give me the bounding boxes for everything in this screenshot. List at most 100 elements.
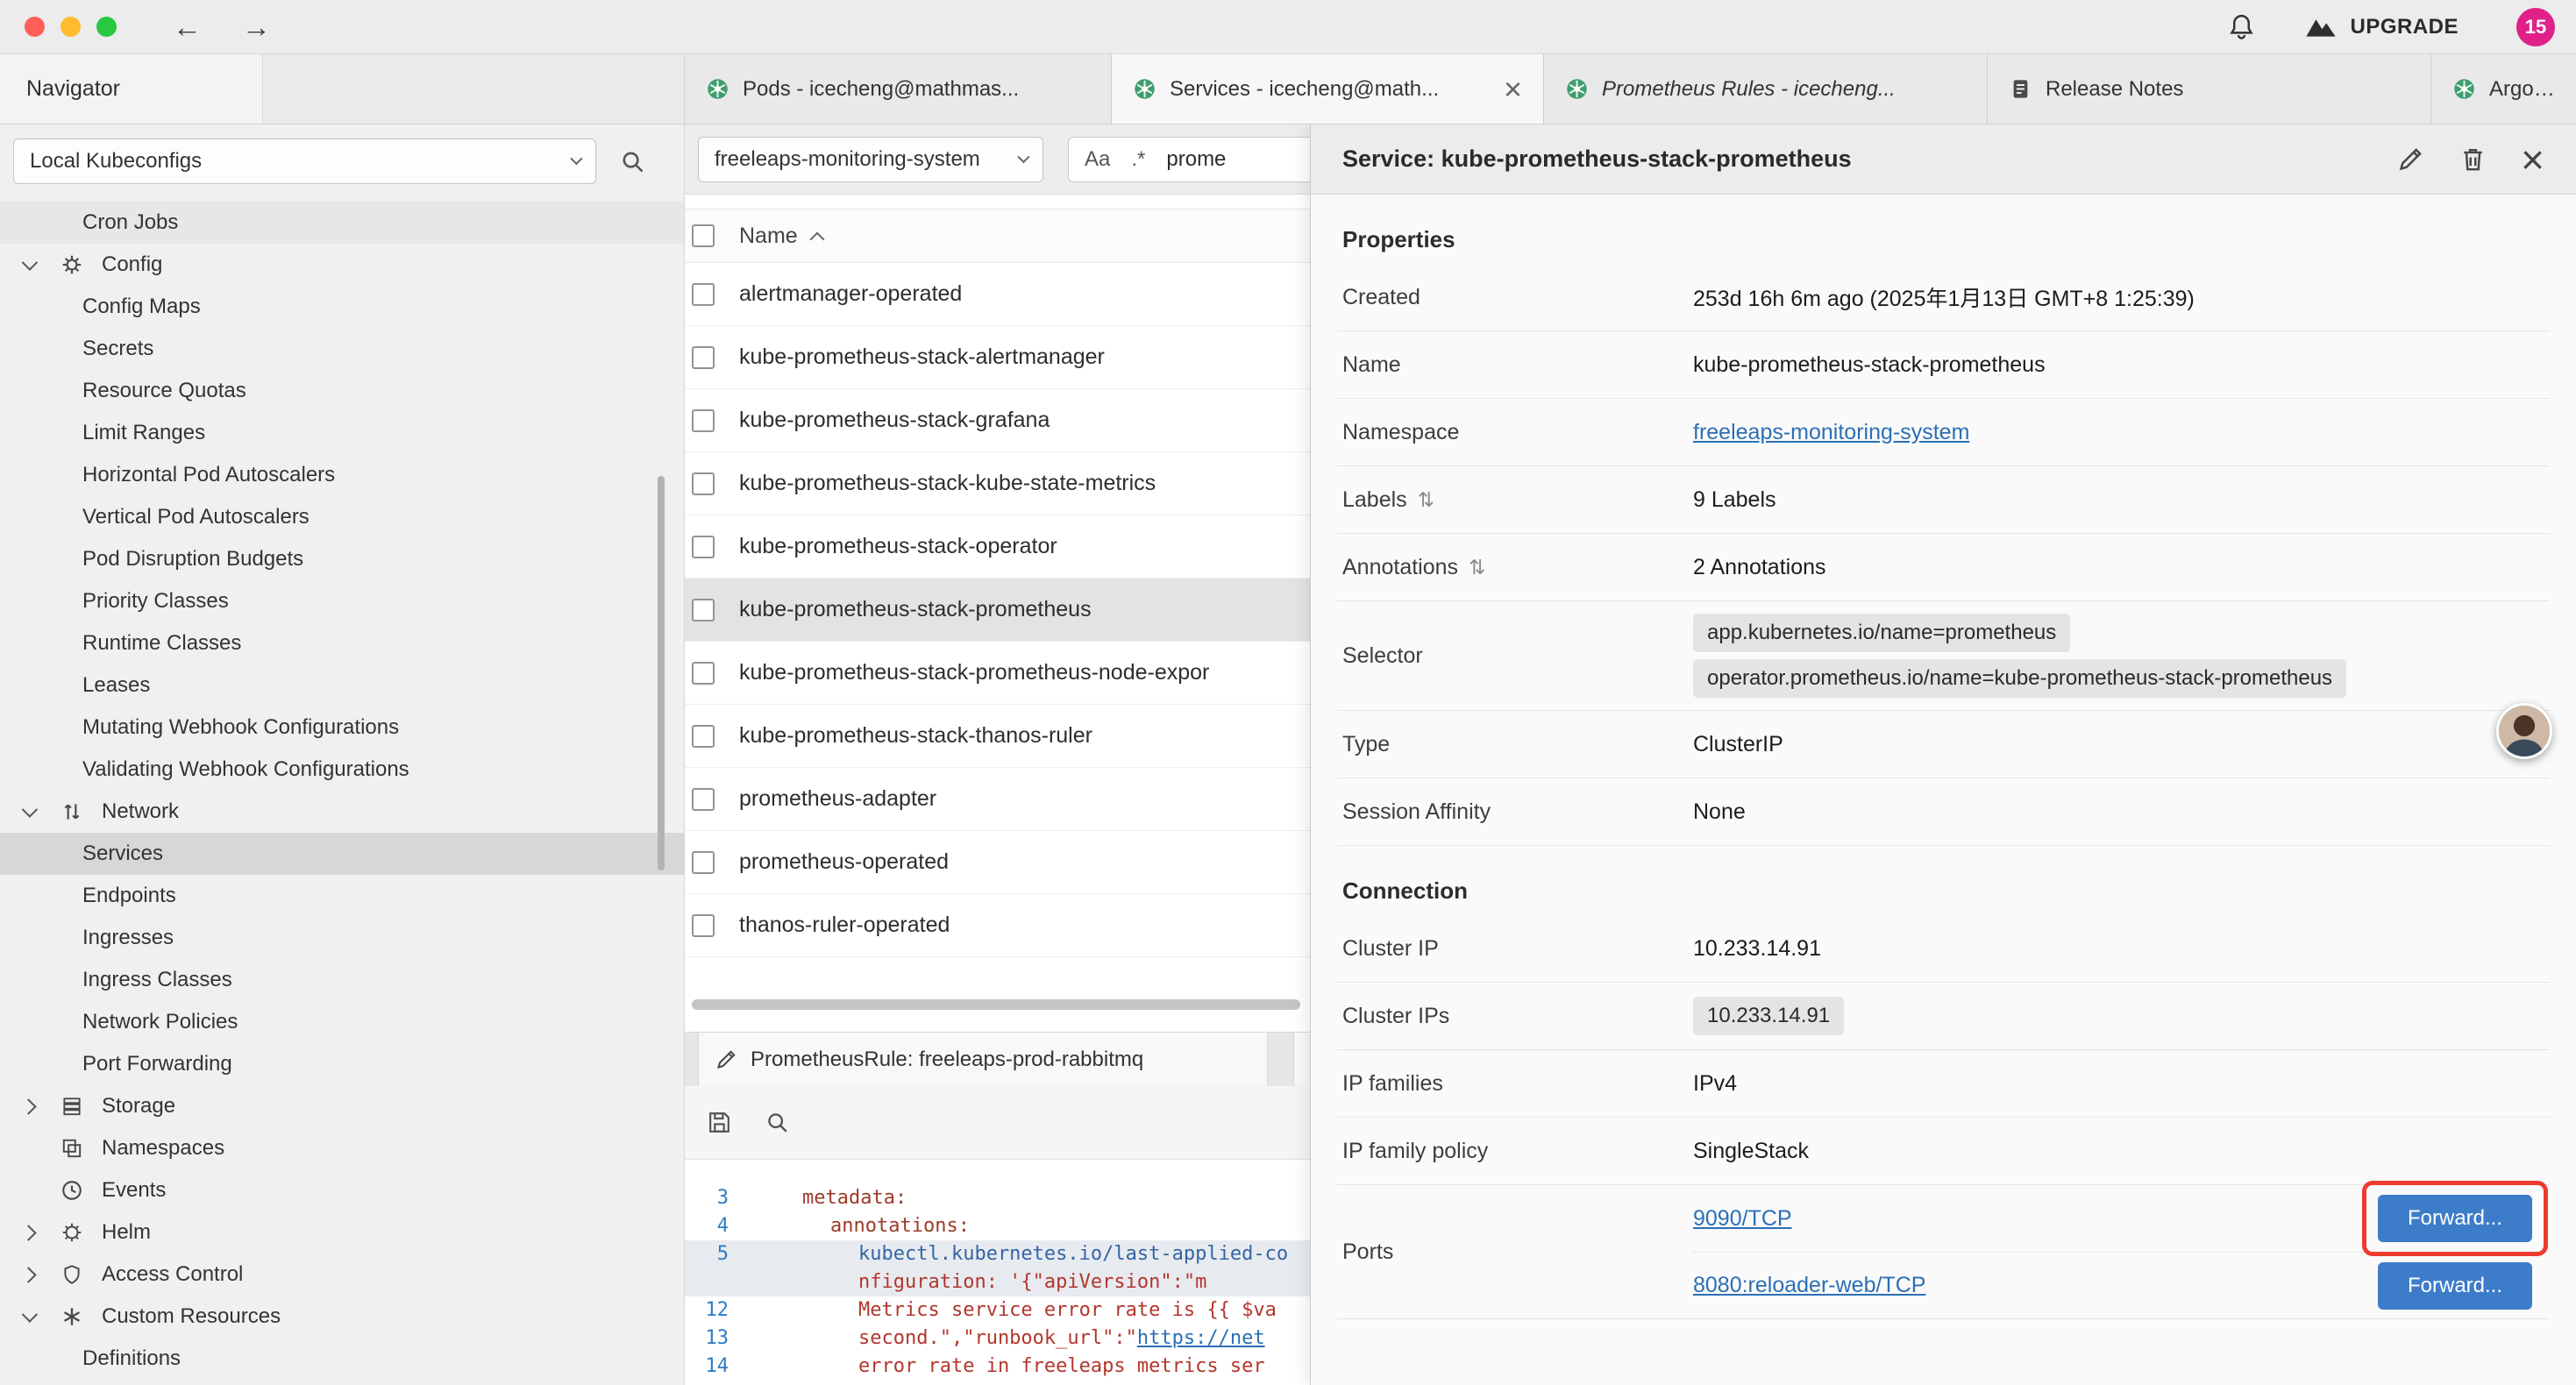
sidebar-item-config-maps[interactable]: Config Maps [0,286,684,328]
sidebar-item-config[interactable]: Config [0,244,684,286]
search-icon[interactable] [765,1110,790,1135]
table-row-kube-prometheus-stack-grafana[interactable]: kube-prometheus-stack-grafana [685,389,1310,452]
close-icon[interactable]: × [2521,139,2544,180]
dock-tab-prometheusrule[interactable]: PrometheusRule: freeleaps-prod-rabbitmq [698,1033,1268,1086]
sidebar-item-resource-quotas[interactable]: Resource Quotas [0,370,684,412]
sidebar-item-events[interactable]: Events [0,1169,684,1211]
regex-toggle[interactable]: .* [1131,147,1145,172]
sidebar-item-mutating-webhook-configurations[interactable]: Mutating Webhook Configurations [0,707,684,749]
sidebar-item-services[interactable]: Services [0,833,684,875]
yaml-editor[interactable]: 3metadata:4annotations:5kubectl.kubernet… [685,1160,1310,1385]
table-row-thanos-ruler-operated[interactable]: thanos-ruler-operated [685,894,1310,957]
sidebar-item-storage[interactable]: Storage [0,1085,684,1127]
tab-release-notes[interactable]: Release Notes [1988,54,2431,124]
navigator-panel-tab[interactable]: Navigator [0,54,263,124]
port-forward-button[interactable]: Forward... [2378,1195,2532,1242]
row-checkbox[interactable] [692,283,715,306]
notifications-bell-icon[interactable] [2227,12,2256,41]
save-icon[interactable] [706,1109,733,1136]
sidebar-item-ingresses[interactable]: Ingresses [0,917,684,959]
sort-toggle-icon[interactable]: ⇅ [1469,556,1485,579]
sidebar-item-ingress-classes[interactable]: Ingress Classes [0,959,684,1001]
user-avatar[interactable] [2496,703,2552,759]
search-input[interactable]: Aa .* prome [1068,137,1310,182]
table-row-kube-prometheus-stack-alertmanager[interactable]: kube-prometheus-stack-alertmanager [685,326,1310,389]
table-row-kube-prometheus-stack-kube-state-metrics[interactable]: kube-prometheus-stack-kube-state-metrics [685,452,1310,515]
port-row: 9090/TCP Forward... [1693,1185,2544,1252]
sidebar-item-access-control[interactable]: Access Control [0,1254,684,1296]
row-checkbox[interactable] [692,346,715,369]
row-checkbox[interactable] [692,725,715,748]
back-button[interactable]: ← [173,11,202,44]
sidebar-item-runtime-classes[interactable]: Runtime Classes [0,622,684,664]
row-checkbox[interactable] [692,599,715,621]
table-row-prometheus-operated[interactable]: prometheus-operated [685,831,1310,894]
sidebar-item-port-forwarding[interactable]: Port Forwarding [0,1043,684,1085]
dock-tab-partial[interactable] [1293,1033,1310,1086]
sidebar-item-custom-resources[interactable]: Custom Resources [0,1296,684,1338]
match-case-toggle[interactable]: Aa [1085,147,1110,172]
minimize-window-button[interactable] [60,17,81,37]
namespace-link[interactable]: freeleaps-monitoring-system [1693,420,1969,445]
select-all-checkbox[interactable] [692,224,715,247]
row-checkbox[interactable] [692,536,715,558]
namespace-select[interactable]: freeleaps-monitoring-system [698,137,1043,182]
port-link[interactable]: 9090/TCP [1693,1206,1792,1232]
sidebar-search-icon[interactable] [619,148,646,175]
sidebar-item-vertical-pod-autoscalers[interactable]: Vertical Pod Autoscalers [0,496,684,538]
name-column-header[interactable]: Name [739,224,798,249]
port-forward-button[interactable]: Forward... [2378,1262,2532,1310]
sidebar-item-endpoints[interactable]: Endpoints [0,875,684,917]
table-row-kube-prometheus-stack-thanos-ruler[interactable]: kube-prometheus-stack-thanos-ruler [685,705,1310,768]
service-name: prometheus-adapter [739,786,936,812]
table-row-alertmanager-operated[interactable]: alertmanager-operated [685,263,1310,326]
port-link[interactable]: 8080:reloader-web/TCP [1693,1273,1925,1298]
line-number: 4 [685,1212,741,1240]
edit-icon[interactable] [2396,145,2425,174]
sidebar-item-leases[interactable]: Leases [0,664,684,707]
sidebar-item-horizontal-pod-autoscalers[interactable]: Horizontal Pod Autoscalers [0,454,684,496]
row-checkbox[interactable] [692,472,715,495]
kube-cluster-icon [706,77,729,101]
row-value: 2 Annotations [1693,555,1826,580]
kubeconfig-select[interactable]: Local Kubeconfigs [13,138,596,184]
sidebar-item-secrets[interactable]: Secrets [0,328,684,370]
sidebar-item-network[interactable]: Network [0,791,684,833]
horizontal-scrollbar[interactable] [692,999,1303,1012]
sidebar-scrollbar-thumb[interactable] [658,476,665,870]
sidebar-item-cron-jobs[interactable]: Cron Jobs [0,202,684,244]
table-row-kube-prometheus-stack-prometheus-node-expor[interactable]: kube-prometheus-stack-prometheus-node-ex… [685,642,1310,705]
row-checkbox[interactable] [692,851,715,874]
tab-argo-se[interactable]: Argo Se [2431,54,2576,124]
delete-icon[interactable] [2459,145,2487,174]
horizontal-scrollbar-thumb[interactable] [692,999,1300,1010]
table-row-kube-prometheus-stack-prometheus[interactable]: kube-prometheus-stack-prometheus [685,579,1310,642]
tab-pods-icecheng-mathmas[interactable]: Pods - icecheng@mathmas... [685,54,1112,124]
row-checkbox[interactable] [692,914,715,937]
sort-toggle-icon[interactable]: ⇅ [1418,488,1434,512]
table-row-prometheus-adapter[interactable]: prometheus-adapter [685,768,1310,831]
row-checkbox[interactable] [692,662,715,685]
tab-label: Argo Se [2489,77,2555,102]
sidebar-item-definitions[interactable]: Definitions [0,1338,684,1380]
tab-services-icecheng-math[interactable]: Services - icecheng@math...× [1112,54,1544,124]
sidebar-item-helm[interactable]: Helm [0,1211,684,1254]
drawer-row-cluster-ip: Cluster IP10.233.14.91 [1337,915,2550,983]
row-checkbox[interactable] [692,409,715,432]
sidebar-item-network-policies[interactable]: Network Policies [0,1001,684,1043]
forward-nav-button[interactable]: → [242,11,271,44]
sidebar-item-pod-disruption-budgets[interactable]: Pod Disruption Budgets [0,538,684,580]
zoom-window-button[interactable] [96,17,117,37]
row-value: 10.233.14.91 [1693,936,1821,962]
sidebar-item-priority-classes[interactable]: Priority Classes [0,580,684,622]
tab-prometheus-rules-icecheng[interactable]: Prometheus Rules - icecheng... [1544,54,1988,124]
row-checkbox[interactable] [692,788,715,811]
close-window-button[interactable] [25,17,45,37]
sidebar-item-namespaces[interactable]: Namespaces [0,1127,684,1169]
table-row-kube-prometheus-stack-operator[interactable]: kube-prometheus-stack-operator [685,515,1310,579]
close-tab-icon[interactable]: × [1504,74,1522,105]
sidebar-item-validating-webhook-configurations[interactable]: Validating Webhook Configurations [0,749,684,791]
upgrade-button[interactable]: UPGRADE [2305,15,2459,39]
sidebar-item-limit-ranges[interactable]: Limit Ranges [0,412,684,454]
notification-count-badge[interactable]: 15 [2516,8,2555,46]
